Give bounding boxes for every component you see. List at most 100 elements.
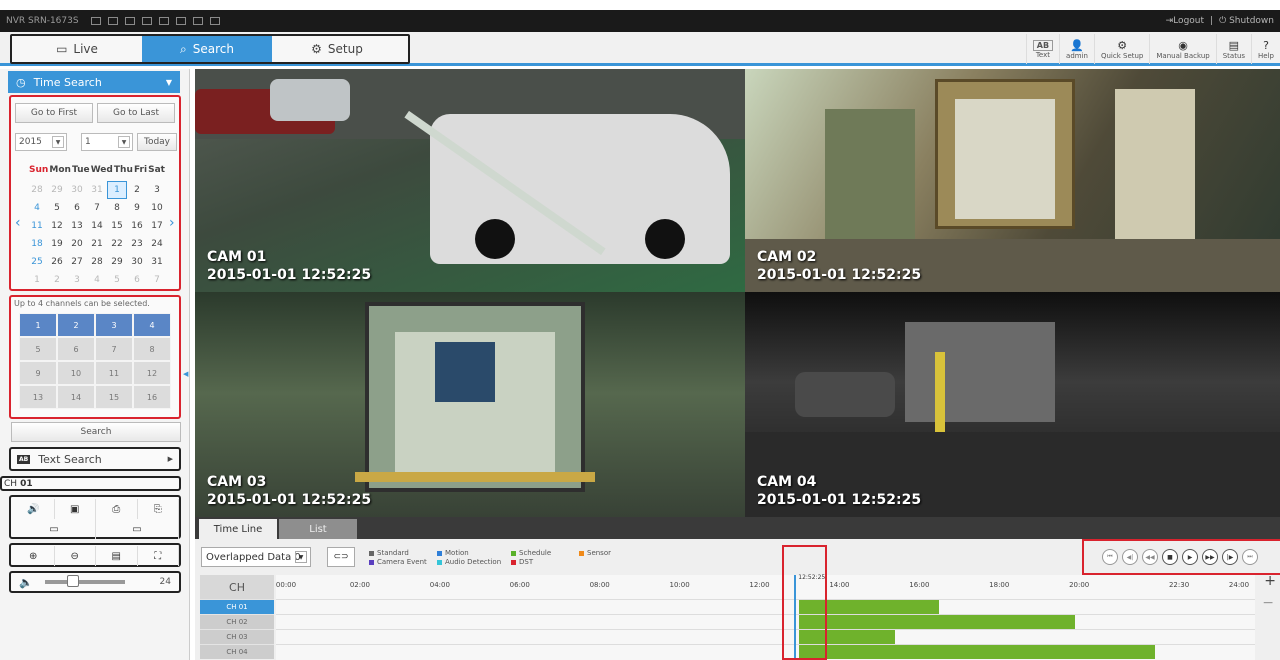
calendar-day[interactable]: 4 <box>27 199 47 217</box>
channel-button[interactable]: 9 <box>19 361 57 385</box>
timeline-channel-row[interactable]: CH 02 <box>200 614 274 629</box>
calendar-day[interactable]: 3 <box>67 271 87 289</box>
channel-button[interactable]: 15 <box>95 385 133 409</box>
year-select[interactable]: 2015 ▼ <box>15 133 67 151</box>
channel-button[interactable]: 11 <box>95 361 133 385</box>
layout-4-icon[interactable] <box>107 17 118 25</box>
fast-forward-icon[interactable]: ▶▶ <box>1202 549 1218 565</box>
mute-icon[interactable]: 🔈 <box>19 576 33 589</box>
calendar-day[interactable]: 11 <box>27 217 47 235</box>
calendar-day[interactable]: 6 <box>67 199 87 217</box>
timeline-channel-row[interactable]: CH 03 <box>200 629 274 644</box>
calendar-day[interactable]: 12 <box>47 217 67 235</box>
camera-tile[interactable]: CAM 03 2015-01-01 12:52:25 <box>195 292 745 517</box>
fullscreen-icon[interactable]: ⛶ <box>138 546 179 566</box>
layout-1-icon[interactable] <box>90 17 101 25</box>
display-icon[interactable] <box>175 17 186 25</box>
channel-button[interactable]: 5 <box>19 337 57 361</box>
layout-16-icon[interactable] <box>141 17 152 25</box>
go-to-last-button[interactable]: Go to Last <box>97 103 175 123</box>
channel-button[interactable]: 12 <box>133 361 171 385</box>
calendar-day[interactable]: 22 <box>107 235 127 253</box>
skip-start-icon[interactable]: ⏮ <box>1102 549 1118 565</box>
calendar-day[interactable]: 9 <box>127 199 147 217</box>
quick-setup-button[interactable]: ⚙ Quick Setup <box>1093 34 1149 64</box>
calendar-day[interactable]: 30 <box>67 181 87 199</box>
step-back-icon[interactable]: ◀| <box>1122 549 1138 565</box>
calendar-day[interactable]: 2 <box>127 181 147 199</box>
calendar-day[interactable]: 26 <box>47 253 67 271</box>
timeline-zoom-in[interactable]: + <box>1264 573 1276 589</box>
calendar-day[interactable]: 14 <box>87 217 107 235</box>
calendar-day[interactable]: 27 <box>67 253 87 271</box>
calendar-day[interactable]: 6 <box>127 271 147 289</box>
tab-list[interactable]: List <box>279 519 357 539</box>
calendar-day[interactable]: 28 <box>27 181 47 199</box>
tab-search[interactable]: ⌕ Search <box>142 36 272 62</box>
prev-month-icon[interactable]: ‹ <box>15 215 21 231</box>
channel-button[interactable]: 2 <box>57 313 95 337</box>
print-icon[interactable]: ⎙ <box>96 499 138 519</box>
stop-icon[interactable]: ■ <box>1162 549 1178 565</box>
layout-9-icon[interactable] <box>124 17 135 25</box>
status-button[interactable]: ▤ Status <box>1215 34 1251 64</box>
calendar-day[interactable]: 23 <box>127 235 147 253</box>
channel-button[interactable]: 13 <box>19 385 57 409</box>
calendar-day[interactable]: 5 <box>107 271 127 289</box>
calendar-day[interactable]: 5 <box>47 199 67 217</box>
tab-setup[interactable]: ⚙ Setup <box>272 36 402 62</box>
calendar-day[interactable]: 17 <box>147 217 167 235</box>
timeline-channel-row[interactable]: CH 04 <box>200 644 274 659</box>
backup-icon[interactable]: ⎘ <box>138 499 179 519</box>
today-button[interactable]: Today <box>137 133 177 151</box>
go-to-first-button[interactable]: Go to First <box>15 103 93 123</box>
zoom-in-icon[interactable]: ⊕ <box>13 546 55 566</box>
calendar-day[interactable]: 13 <box>67 217 87 235</box>
capture-icon[interactable]: ▣ <box>55 499 96 519</box>
manual-backup-button[interactable]: ◉ Manual Backup <box>1149 34 1215 64</box>
calendar-day[interactable]: 1 <box>107 181 127 199</box>
calendar-day[interactable]: 19 <box>47 235 67 253</box>
camera-tile[interactable]: CAM 01 2015-01-01 12:52:25 <box>195 69 745 292</box>
logout-link[interactable]: ⇥Logout <box>1166 16 1204 26</box>
timeline-track[interactable] <box>276 629 1255 644</box>
audio-icon[interactable]: 🔊 <box>13 499 55 519</box>
calendar-day[interactable]: 29 <box>107 253 127 271</box>
search-button[interactable]: Search <box>11 422 181 442</box>
calendar-day[interactable]: 31 <box>147 253 167 271</box>
calendar-day[interactable]: 3 <box>147 181 167 199</box>
calendar-day[interactable]: 24 <box>147 235 167 253</box>
calendar-day[interactable]: 18 <box>27 235 47 253</box>
collapse-panel-icon[interactable]: ◀ <box>183 370 188 378</box>
sequence-icon[interactable] <box>192 17 203 25</box>
timeline-channel-row[interactable]: CH 01 <box>200 599 274 614</box>
next-month-icon[interactable]: › <box>169 215 175 231</box>
calendar-day[interactable]: 8 <box>107 199 127 217</box>
zoom-out-icon[interactable]: ⊖ <box>55 546 96 566</box>
tab-live[interactable]: ▭ Live <box>12 36 142 62</box>
channel-button[interactable]: 10 <box>57 361 95 385</box>
calendar-day[interactable]: 29 <box>47 181 67 199</box>
calendar-day[interactable]: 16 <box>127 217 147 235</box>
channel-button[interactable]: 8 <box>133 337 171 361</box>
fullscreen-icon[interactable] <box>209 17 220 25</box>
calendar-day[interactable]: 1 <box>27 271 47 289</box>
time-search-header[interactable]: ◷ Time Search ▼ <box>8 71 180 93</box>
help-button[interactable]: ? Help <box>1251 34 1280 64</box>
layout-custom-icon[interactable] <box>158 17 169 25</box>
calendar-day[interactable]: 7 <box>147 271 167 289</box>
month-select[interactable]: 1 ▼ <box>81 133 133 151</box>
timeline-zoom-out[interactable]: − <box>1262 595 1274 611</box>
channel-button[interactable]: 7 <box>95 337 133 361</box>
osd-icon[interactable]: ▤ <box>96 546 138 566</box>
volume-knob[interactable] <box>66 575 79 587</box>
text-search-toggle[interactable]: AB Text Search ▶ <box>9 447 181 471</box>
camera-tile[interactable]: CAM 04 2015-01-01 12:52:25 <box>745 292 1280 517</box>
calendar-day[interactable]: 7 <box>87 199 107 217</box>
tab-time-line[interactable]: Time Line <box>199 519 277 539</box>
timeline-track[interactable] <box>276 599 1255 614</box>
aspect-ratio-icon[interactable]: ▭ <box>13 519 96 539</box>
calendar-day[interactable]: 15 <box>107 217 127 235</box>
text-button[interactable]: AB Text <box>1025 34 1059 64</box>
channel-button[interactable]: 4 <box>133 313 171 337</box>
